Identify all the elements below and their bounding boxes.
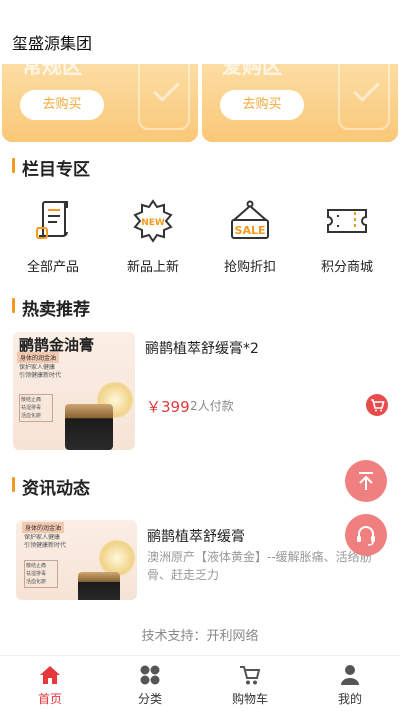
product-image[interactable]: 鹂鹊金油膏 身体的润金油 保护家人健康 引领健康新时代 散结止痛 祛湿排毒 活血… — [13, 332, 135, 450]
document-list-icon — [36, 201, 68, 239]
buy-button[interactable]: 去购买 — [20, 90, 104, 120]
grid-icon — [140, 665, 160, 685]
product-card[interactable]: 鹂鹊金油膏 身体的润金油 保护家人健康 引领健康新时代 散结止痛 祛湿排毒 活血… — [0, 332, 400, 452]
home-icon — [40, 666, 60, 684]
news-image-tag: 活血化瘀 — [26, 579, 47, 585]
tab-category[interactable]: 分类 — [100, 664, 200, 707]
category-label: 全部产品 — [26, 260, 79, 275]
tab-label: 我的 — [337, 692, 362, 706]
gold-oil-drop — [99, 540, 135, 576]
tab-label: 首页 — [37, 692, 62, 706]
tab-profile[interactable]: 我的 — [300, 664, 400, 707]
add-to-cart-button[interactable] — [366, 394, 388, 416]
svg-text:SALE: SALE — [235, 224, 266, 237]
tab-cart[interactable]: 购物车 — [200, 664, 300, 707]
product-image-text: 保护家人健康 引领健康新时代 — [19, 364, 61, 380]
svg-text:NEW: NEW — [141, 218, 165, 228]
ticket-icon — [327, 209, 367, 233]
news-item[interactable]: 身体的润金油 保护家人健康 引领健康新时代 散结止痛 祛湿排毒 活血化瘀 鹂鹊植… — [0, 520, 400, 604]
news-image[interactable]: 身体的润金油 保护家人健康 引领健康新时代 散结止痛 祛湿排毒 活血化瘀 — [16, 520, 137, 600]
product-image-tag: 祛湿排毒 — [21, 405, 42, 411]
tab-label: 购物车 — [231, 692, 268, 706]
product-jar — [65, 404, 113, 450]
category-grid: 全部产品 NEW 新品上新 SALE 抢购折扣 积分商城 — [0, 198, 400, 278]
category-new-arrivals[interactable]: NEW 新品上新 — [103, 198, 203, 275]
category-label: 积分商城 — [320, 260, 373, 275]
product-image-sub: 身体的润金油 — [17, 352, 60, 363]
new-badge-icon: NEW — [133, 199, 173, 243]
product-jar — [78, 572, 120, 600]
cart-icon — [371, 399, 385, 412]
product-image-tag: 活血化瘀 — [21, 413, 42, 419]
section-title-news: 资讯动态 — [12, 474, 90, 499]
product-image-tag: 散结止痛 — [21, 397, 42, 403]
news-image-tag: 祛湿排毒 — [26, 571, 47, 577]
news-description: 澳洲原产【液体黄金】--缓解胀痛、活络筋骨、赶走乏力 — [147, 550, 372, 582]
sale-sign-icon: SALE — [231, 200, 269, 239]
news-image-tags: 散结止痛 祛湿排毒 活血化瘀 — [24, 560, 58, 588]
arrow-up-icon — [359, 472, 373, 490]
product-image-tags: 散结止痛 祛湿排毒 活血化瘀 — [19, 394, 53, 422]
section-title-hot: 热卖推荐 — [12, 295, 90, 320]
news-image-line: 引领健康新时代 — [24, 542, 67, 549]
customer-service-button[interactable] — [345, 514, 387, 556]
tab-home[interactable]: 首页 — [0, 664, 100, 707]
category-label: 抢购折扣 — [223, 260, 276, 275]
news-title[interactable]: 鹂鹊植萃舒缓膏 — [147, 526, 245, 546]
category-flash-sale[interactable]: SALE 抢购折扣 — [200, 198, 300, 275]
category-points-mall[interactable]: 积分商城 — [297, 198, 397, 275]
headset-icon — [357, 526, 375, 546]
back-to-top-button[interactable] — [345, 460, 387, 502]
buy-button[interactable]: 去购买 — [220, 90, 304, 120]
product-sold-count: 2人付款 — [190, 399, 234, 413]
section-title-column: 栏目专区 — [12, 155, 90, 180]
tech-support-note: 技术支持：开利网络 — [141, 629, 259, 644]
bottom-tab-bar: 首页 分类 购物车 我的 — [0, 655, 400, 711]
news-image-tag: 散结止痛 — [26, 563, 47, 569]
tab-label: 分类 — [137, 692, 162, 706]
product-image-line: 保护家人健康 — [19, 364, 56, 371]
product-price: ￥399 — [146, 398, 190, 416]
news-image-text: 保护家人健康 引领健康新时代 — [24, 534, 66, 550]
user-icon — [341, 665, 359, 685]
page-title: 玺盛源集团 — [12, 34, 93, 53]
product-name[interactable]: 鹂鹊植萃舒缓膏*2 — [145, 338, 259, 358]
news-image-line: 保护家人健康 — [24, 534, 61, 541]
category-label: 新品上新 — [126, 260, 179, 275]
cart-icon — [240, 666, 261, 685]
app-header: 玺盛源集团 — [0, 0, 400, 64]
product-image-line: 引领健康新时代 — [19, 372, 62, 379]
news-image-sub: 身体的润金油 — [22, 522, 65, 533]
category-all-products[interactable]: 全部产品 — [3, 198, 103, 275]
